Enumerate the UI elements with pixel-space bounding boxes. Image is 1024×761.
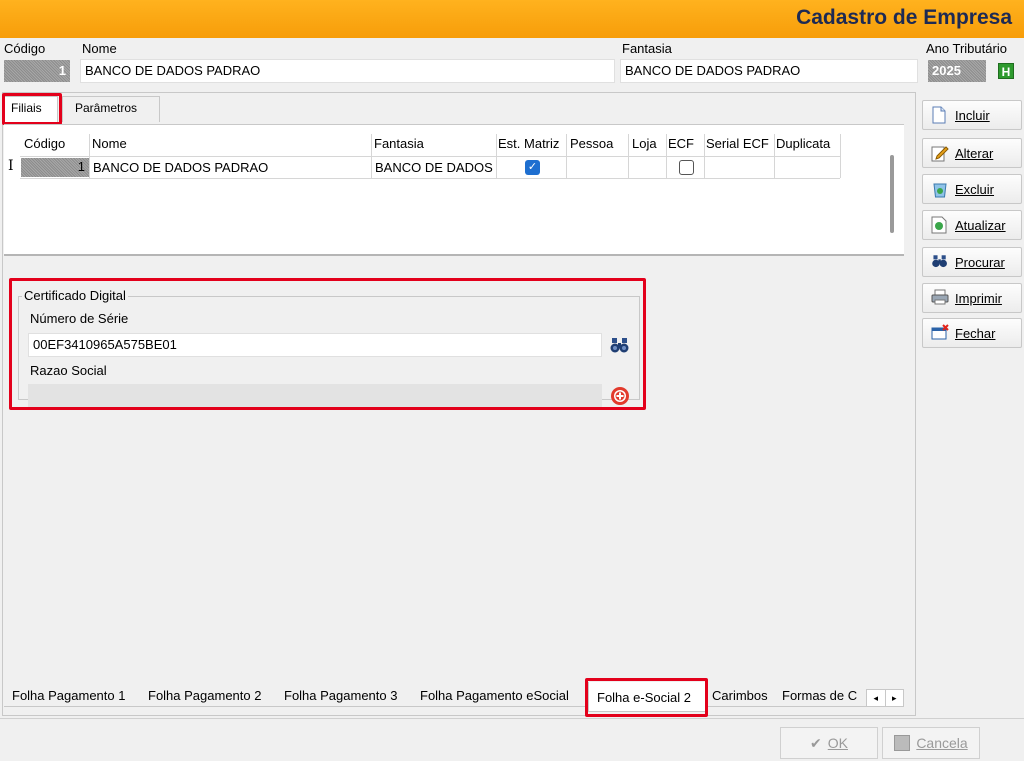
codigo-label: Código bbox=[4, 41, 46, 56]
row-marker: I bbox=[8, 158, 14, 174]
tab-parametros-label: Parâmetros bbox=[75, 101, 138, 115]
col-codigo[interactable]: Código bbox=[24, 136, 65, 151]
col-loja[interactable]: Loja bbox=[632, 136, 657, 151]
cancela-label: Cancela bbox=[916, 735, 968, 751]
alterar-label: Alterar bbox=[955, 145, 994, 161]
col-ecf[interactable]: ECF bbox=[668, 136, 694, 151]
edit-icon bbox=[931, 144, 949, 162]
incluir-button[interactable]: Incluir bbox=[922, 100, 1022, 130]
refresh-icon bbox=[931, 216, 949, 234]
atualizar-button[interactable]: Atualizar bbox=[922, 210, 1022, 240]
atualizar-label: Atualizar bbox=[955, 217, 1006, 233]
excluir-label: Excluir bbox=[955, 181, 995, 197]
nome-field[interactable]: BANCO DE DADOS PADRAO bbox=[80, 59, 615, 83]
close-window-icon bbox=[931, 324, 949, 342]
fantasia-field[interactable]: BANCO DE DADOS PADRAO bbox=[620, 59, 918, 83]
ok-label: OK bbox=[827, 735, 848, 751]
ano-tributario-button[interactable]: H bbox=[998, 63, 1014, 79]
procurar-label: Procurar bbox=[955, 254, 1005, 270]
tab-parametros[interactable]: Parâmetros bbox=[62, 96, 160, 122]
cell-codigo[interactable]: 1 bbox=[21, 158, 89, 177]
alterar-button[interactable]: Alterar bbox=[922, 138, 1022, 168]
highlight-tab-folha-esocial-2 bbox=[585, 678, 708, 717]
col-serial-ecf[interactable]: Serial ECF bbox=[706, 136, 769, 151]
imprimir-label: Imprimir bbox=[955, 290, 1002, 306]
grid-scrollbar[interactable] bbox=[890, 155, 894, 233]
highlight-tab-filiais bbox=[2, 93, 62, 125]
tab-folha-pagamento-2[interactable]: Folha Pagamento 2 bbox=[148, 686, 261, 708]
nome-label: Nome bbox=[82, 41, 117, 56]
chevron-right-icon[interactable]: ▸ bbox=[886, 690, 904, 706]
col-est-matriz[interactable]: Est. Matriz bbox=[498, 136, 559, 151]
window-title: Cadastro de Empresa bbox=[796, 6, 1012, 29]
printer-icon bbox=[931, 289, 949, 307]
excluir-button[interactable]: Excluir bbox=[922, 174, 1022, 204]
cell-nome[interactable]: BANCO DE DADOS PADRAO bbox=[93, 160, 268, 175]
fechar-label: Fechar bbox=[955, 325, 996, 341]
ok-button[interactable]: ✔ OK bbox=[780, 727, 878, 759]
tab-folha-pagamento-1[interactable]: Folha Pagamento 1 bbox=[12, 686, 125, 708]
procurar-button[interactable]: Procurar bbox=[922, 247, 1022, 277]
chevron-left-icon[interactable]: ◂ bbox=[867, 690, 886, 706]
checkmark-icon: ✔ bbox=[810, 734, 822, 751]
ecf-checkbox[interactable] bbox=[679, 160, 694, 175]
cancela-button[interactable]: Cancela bbox=[882, 727, 980, 759]
col-nome[interactable]: Nome bbox=[92, 136, 127, 151]
binoculars-icon bbox=[931, 253, 949, 271]
col-duplicata[interactable]: Duplicata bbox=[776, 136, 830, 151]
fechar-button[interactable]: Fechar bbox=[922, 318, 1022, 348]
recycle-bin-icon bbox=[931, 180, 949, 198]
cell-fantasia[interactable]: BANCO DE DADOS bbox=[375, 160, 495, 175]
tab-carimbos[interactable]: Carimbos bbox=[712, 686, 768, 708]
grid-header-row: Código Nome Fantasia Est. Matriz Pessoa … bbox=[20, 134, 840, 156]
imprimir-button[interactable]: Imprimir bbox=[922, 283, 1022, 313]
ano-tributario-label: Ano Tributário bbox=[926, 41, 1007, 56]
tab-folha-pagamento-3[interactable]: Folha Pagamento 3 bbox=[284, 686, 397, 708]
ano-tributario-field[interactable]: 2025 bbox=[928, 60, 986, 82]
incluir-label: Incluir bbox=[955, 107, 990, 123]
highlight-certificado bbox=[9, 278, 646, 410]
tab-formas-de-c[interactable]: Formas de C bbox=[782, 686, 862, 708]
tab-scroll-buttons: ◂ ▸ bbox=[866, 689, 904, 707]
title-bar: Cadastro de Empresa bbox=[0, 0, 1024, 38]
table-row[interactable]: I 1 BANCO DE DADOS PADRAO BANCO DE DADOS… bbox=[4, 157, 840, 178]
codigo-field[interactable]: 1 bbox=[4, 60, 70, 82]
col-pessoa[interactable]: Pessoa bbox=[570, 136, 613, 151]
new-document-icon bbox=[931, 106, 949, 124]
est-matriz-checkbox[interactable]: ✓ bbox=[525, 160, 540, 175]
cancel-icon bbox=[894, 735, 911, 751]
col-fantasia[interactable]: Fantasia bbox=[374, 136, 424, 151]
tab-folha-pagamento-esocial[interactable]: Folha Pagamento eSocial bbox=[420, 686, 569, 708]
fantasia-label: Fantasia bbox=[622, 41, 672, 56]
